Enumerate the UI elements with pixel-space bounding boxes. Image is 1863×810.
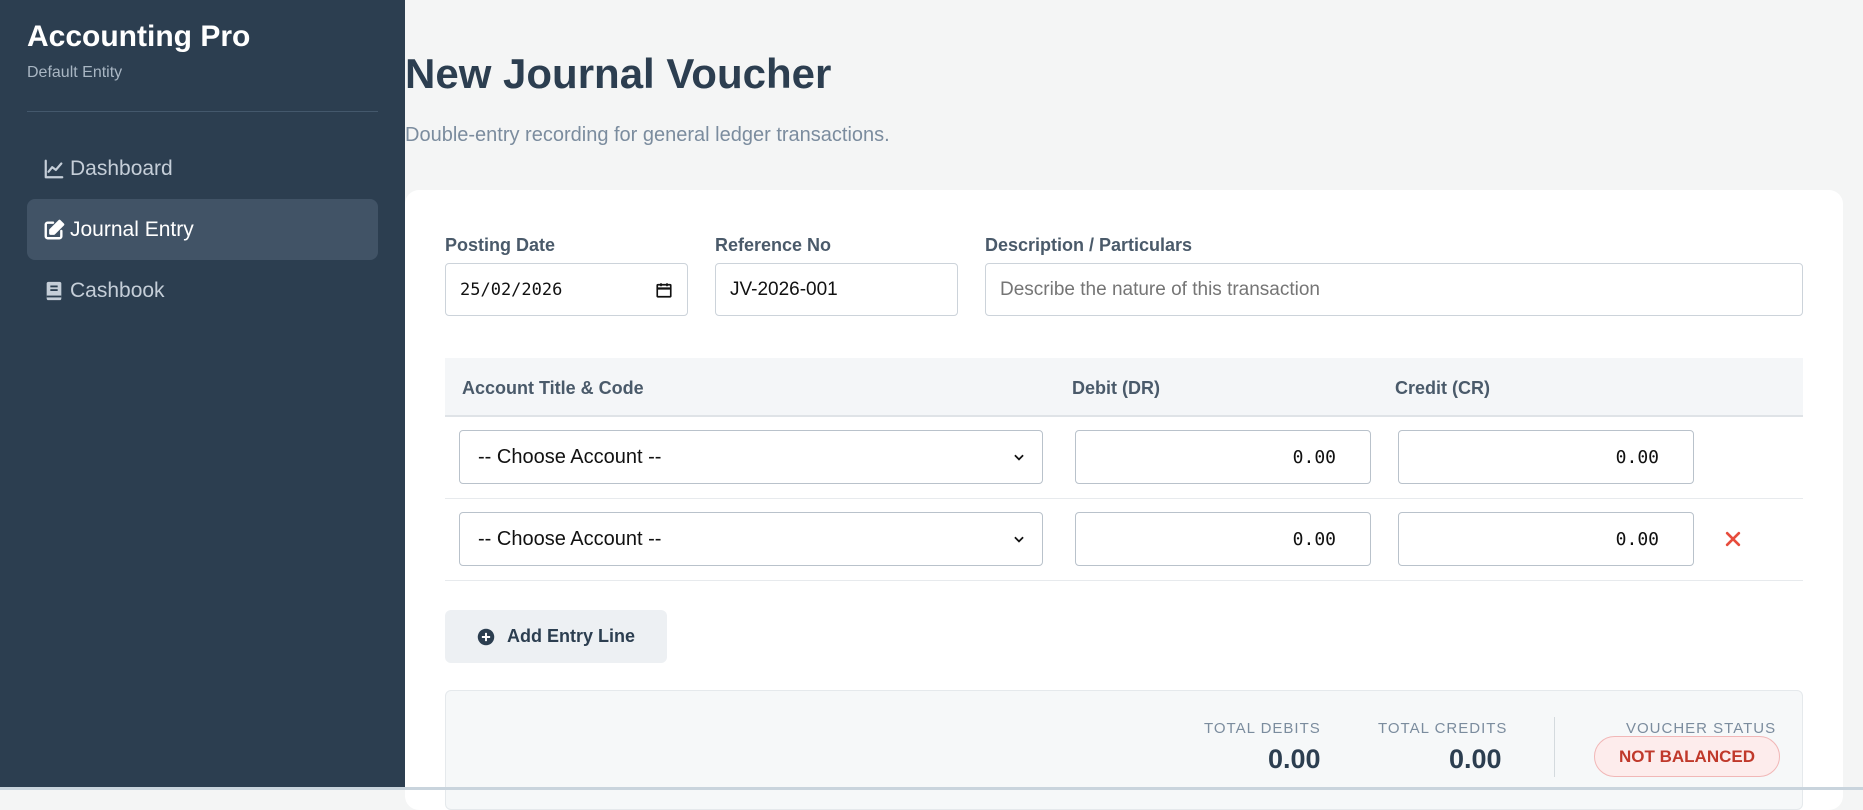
sidebar: Accounting Pro Default Entity Dashboard …	[0, 0, 405, 787]
page-subtitle: Double-entry recording for general ledge…	[405, 124, 890, 146]
brand-title: Accounting Pro	[27, 20, 251, 53]
debit-value: 0.00	[1292, 446, 1336, 468]
account-select-value: -- Choose Account --	[478, 445, 662, 468]
sidebar-item-journal-entry[interactable]: Journal Entry	[27, 199, 378, 260]
account-select[interactable]: -- Choose Account --	[459, 512, 1043, 566]
total-debits-value: 0.00	[1268, 744, 1321, 774]
add-entry-line-label: Add Entry Line	[507, 626, 636, 646]
debit-value: 0.00	[1292, 528, 1336, 550]
plus-circle-icon	[477, 628, 495, 645]
sidebar-nav: Dashboard Journal Entry Cashbook	[27, 138, 378, 321]
total-credits-label: TOTAL CREDITS	[1378, 720, 1508, 737]
credit-input[interactable]: 0.00	[1398, 512, 1694, 566]
brand: Accounting Pro Default Entity	[27, 20, 250, 82]
add-entry-line-button[interactable]: Add Entry Line	[445, 610, 667, 663]
credit-input[interactable]: 0.00	[1398, 430, 1694, 484]
page-title: New Journal Voucher	[405, 50, 832, 97]
total-debits-label: TOTAL DEBITS	[1204, 720, 1321, 737]
chart-line-icon	[44, 159, 64, 178]
debit-input[interactable]: 0.00	[1075, 512, 1371, 566]
sidebar-item-cashbook[interactable]: Cashbook	[27, 260, 378, 321]
entry-table-header: Account Title & Code Debit (DR) Credit (…	[445, 358, 1803, 417]
description-input[interactable]: Describe the nature of this transaction	[985, 263, 1803, 316]
remove-row-icon[interactable]	[1723, 529, 1743, 549]
reference-input[interactable]: JV-2026-001	[715, 263, 958, 316]
sidebar-divider	[27, 111, 378, 112]
column-header-debit: Debit (DR)	[1072, 378, 1160, 398]
status-badge: NOT BALANCED	[1594, 736, 1780, 777]
voucher-card: Posting Date 25/02/2026 Reference No JV-…	[405, 190, 1843, 810]
edit-icon	[44, 219, 65, 239]
chevron-down-icon	[1014, 536, 1024, 543]
table-row: -- Choose Account -- 0.00 0.00	[445, 417, 1803, 499]
column-header-credit: Credit (CR)	[1395, 378, 1490, 398]
description-placeholder: Describe the nature of this transaction	[1000, 278, 1321, 300]
calendar-icon[interactable]	[655, 281, 673, 299]
credit-value: 0.00	[1615, 528, 1659, 550]
reference-label: Reference No	[715, 235, 832, 255]
book-icon	[46, 281, 62, 300]
voucher-status-label: VOUCHER STATUS	[1626, 720, 1777, 737]
credit-value: 0.00	[1615, 446, 1659, 468]
posting-date-label: Posting Date	[445, 235, 556, 255]
account-select-value: -- Choose Account --	[478, 527, 662, 550]
reference-value: JV-2026-001	[730, 278, 838, 300]
total-credits-value: 0.00	[1449, 744, 1502, 774]
sidebar-item-label: Journal Entry	[70, 217, 194, 241]
main-content: New Journal Voucher Double-entry recordi…	[405, 0, 1863, 810]
brand-subtitle: Default Entity	[27, 64, 123, 81]
posting-date-input[interactable]: 25/02/2026	[445, 263, 688, 316]
posting-date-value: 25/02/2026	[460, 279, 563, 300]
table-row: -- Choose Account -- 0.00 0.00	[445, 499, 1803, 581]
totals-divider	[1554, 717, 1555, 777]
chevron-down-icon	[1014, 454, 1024, 461]
column-header-account: Account Title & Code	[462, 378, 644, 398]
sidebar-item-dashboard[interactable]: Dashboard	[27, 138, 378, 199]
description-label: Description / Particulars	[985, 235, 1193, 255]
totals-panel: TOTAL DEBITS 0.00 TOTAL CREDITS 0.00 VOU…	[445, 690, 1803, 810]
sidebar-item-label: Dashboard	[70, 156, 173, 180]
account-select[interactable]: -- Choose Account --	[459, 430, 1043, 484]
debit-input[interactable]: 0.00	[1075, 430, 1371, 484]
sidebar-item-label: Cashbook	[70, 278, 165, 302]
